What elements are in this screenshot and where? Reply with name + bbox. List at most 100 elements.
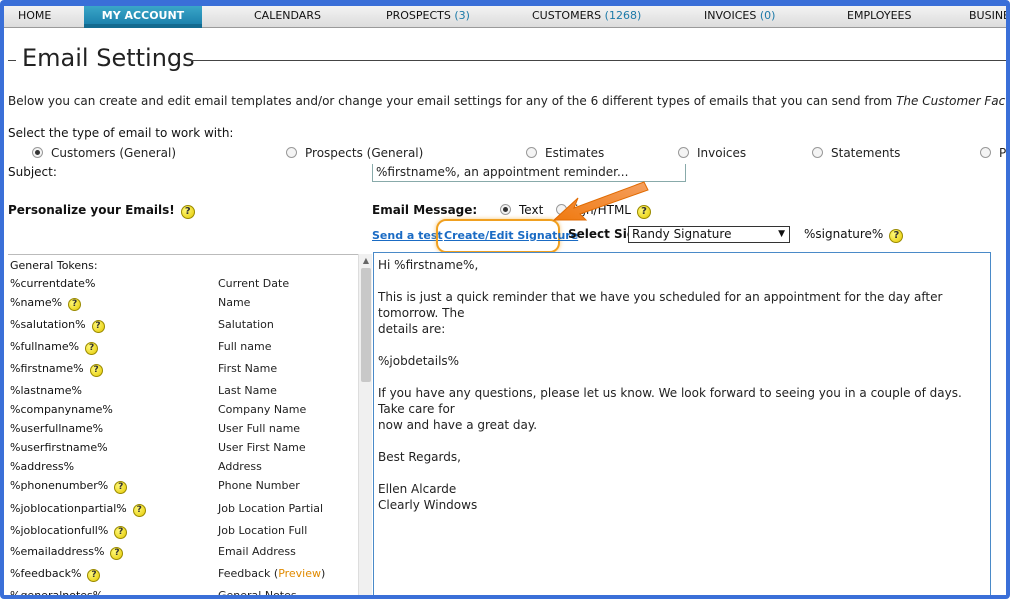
token-desc: Current Date: [218, 277, 290, 290]
scroll-up-arrow-icon[interactable]: ▲: [359, 256, 373, 266]
token-row[interactable]: %salutation%? Salutation: [8, 318, 358, 338]
token-name-text: %salutation%: [10, 318, 86, 331]
email-message-textarea[interactable]: Hi %firstname%, This is just a quick rem…: [373, 252, 991, 595]
radio-invoices[interactable]: Invoices: [678, 146, 746, 160]
radio-estimates-dot[interactable]: [526, 147, 537, 158]
token-name: %lastname%: [10, 384, 82, 397]
tokens-scrollbar[interactable]: ▲: [358, 254, 373, 595]
radio-invoices-dot[interactable]: [678, 147, 689, 158]
radio-prospects-label: Prospects (General): [305, 146, 424, 160]
radio-prospects-dot[interactable]: [286, 147, 297, 158]
intro-text: Below you can create and edit email temp…: [8, 94, 1006, 108]
title-row: Email Settings: [4, 44, 1006, 78]
nav-employees[interactable]: EMPLOYEES: [847, 6, 911, 28]
send-test-link[interactable]: Send a test: [372, 229, 443, 242]
nav-my-account[interactable]: MY ACCOUNT: [84, 6, 202, 28]
token-desc: Last Name: [218, 384, 277, 397]
preview-link[interactable]: Preview: [278, 567, 321, 580]
radio-pa-dot[interactable]: [980, 147, 991, 158]
nav-customers-count: (1268): [604, 9, 642, 22]
token-name-text: %fullname%: [10, 340, 80, 353]
radio-prospects[interactable]: Prospects (General): [286, 146, 423, 160]
message-line: [378, 369, 986, 385]
radio-invoices-label: Invoices: [697, 146, 747, 160]
token-name-text: %name%: [10, 296, 63, 309]
intro-body: Below you can create and edit email temp…: [8, 94, 893, 108]
scroll-thumb[interactable]: [361, 268, 371, 382]
message-line: [378, 337, 986, 353]
token-row[interactable]: %companyname% Company Name: [8, 403, 358, 423]
format-text-option[interactable]: Text: [500, 203, 543, 217]
help-icon[interactable]: ?: [114, 481, 128, 494]
nav-calendars[interactable]: CALENDARS: [254, 6, 321, 28]
radio-customers-sub: (General): [119, 146, 177, 160]
nav-prospects[interactable]: PROSPECTS (3): [386, 6, 470, 28]
help-icon[interactable]: ?: [180, 205, 195, 219]
format-text-radio[interactable]: [500, 204, 511, 215]
token-name-text: %companyname%: [10, 403, 113, 416]
radio-statements-dot[interactable]: [812, 147, 823, 158]
token-row[interactable]: %userfullname% User Full name: [8, 422, 358, 442]
token-desc: Salutation: [218, 318, 274, 331]
radio-customers[interactable]: Customers (General): [32, 146, 176, 160]
help-icon[interactable]: ?: [89, 364, 103, 377]
radio-customers-label: Customers: [51, 146, 116, 160]
token-row[interactable]: %lastname% Last Name: [8, 384, 358, 404]
radio-statements[interactable]: Statements: [812, 146, 900, 160]
token-row[interactable]: %address% Address: [8, 460, 358, 480]
help-icon[interactable]: ?: [110, 547, 124, 560]
token-name-text: %firstname%: [10, 362, 84, 375]
radio-customers-dot[interactable]: [32, 147, 43, 158]
help-icon[interactable]: ?: [132, 504, 146, 517]
nav-business[interactable]: BUSINES: [969, 6, 1010, 28]
token-row[interactable]: %name%? Name: [8, 296, 358, 316]
token-row[interactable]: %feedback%? Feedback (Preview): [8, 567, 358, 587]
token-row[interactable]: %joblocationpartial%? Job Location Partia…: [8, 502, 358, 522]
token-desc: User First Name: [218, 441, 306, 454]
token-name: %joblocationpartial%?: [10, 502, 146, 517]
nav-home[interactable]: HOME: [18, 6, 51, 28]
nav-customers[interactable]: CUSTOMERS (1268): [532, 6, 641, 28]
token-row[interactable]: %joblocationfull%? Job Location Full: [8, 524, 358, 544]
nav-prospects-count: (3): [454, 9, 470, 22]
token-row[interactable]: %userfirstname% User First Name: [8, 441, 358, 461]
radio-pa[interactable]: Pa: [980, 146, 1006, 160]
nav-prospects-label: PROSPECTS: [386, 9, 451, 22]
page-title: Email Settings: [22, 44, 195, 72]
token-row[interactable]: %generalnotes% General Notes: [8, 589, 358, 599]
token-name-text: %address%: [10, 460, 75, 473]
help-icon[interactable]: ?: [889, 229, 904, 243]
radio-estimates[interactable]: Estimates: [526, 146, 604, 160]
token-row[interactable]: %fullname%? Full name: [8, 340, 358, 360]
token-row[interactable]: %phonenumber%? Phone Number: [8, 479, 358, 499]
help-icon[interactable]: ?: [91, 320, 105, 333]
token-name: %companyname%: [10, 403, 113, 416]
token-row[interactable]: %firstname%? First Name: [8, 362, 358, 382]
token-name: %name%?: [10, 296, 82, 311]
nav-calendars-label: CALENDARS: [254, 9, 321, 22]
help-icon[interactable]: ?: [85, 342, 99, 355]
signature-token-text: %signature%: [804, 227, 884, 241]
token-name-text: %lastname%: [10, 384, 82, 397]
token-desc: Job Location Full: [218, 524, 308, 537]
message-line: Best Regards,: [378, 450, 461, 464]
personalize-text: Personalize your Emails!: [8, 203, 175, 217]
help-icon[interactable]: ?: [87, 569, 101, 582]
token-name-text: %feedback%: [10, 567, 82, 580]
token-name: %currentdate%: [10, 277, 95, 290]
nav-invoices[interactable]: INVOICES (0): [704, 6, 775, 28]
token-desc: Feedback (Preview): [218, 567, 326, 580]
email-message-label: Email Message:: [372, 203, 478, 217]
token-name-text: %joblocationfull%: [10, 524, 109, 537]
token-row[interactable]: %emailaddress%? Email Address: [8, 545, 358, 565]
help-icon[interactable]: ?: [114, 526, 128, 539]
signature-token: %signature%?: [804, 227, 904, 243]
help-icon[interactable]: ?: [68, 298, 82, 311]
message-line: Hi %firstname%,: [378, 258, 479, 272]
token-name: %salutation%?: [10, 318, 105, 333]
create-edit-signature-link[interactable]: Create/Edit Signature: [444, 229, 578, 242]
nav-business-label: BUSINES: [969, 9, 1010, 22]
token-name-text: %phonenumber%: [10, 479, 109, 492]
token-desc: General Notes: [218, 589, 297, 599]
token-row[interactable]: %currentdate% Current Date: [8, 277, 358, 297]
